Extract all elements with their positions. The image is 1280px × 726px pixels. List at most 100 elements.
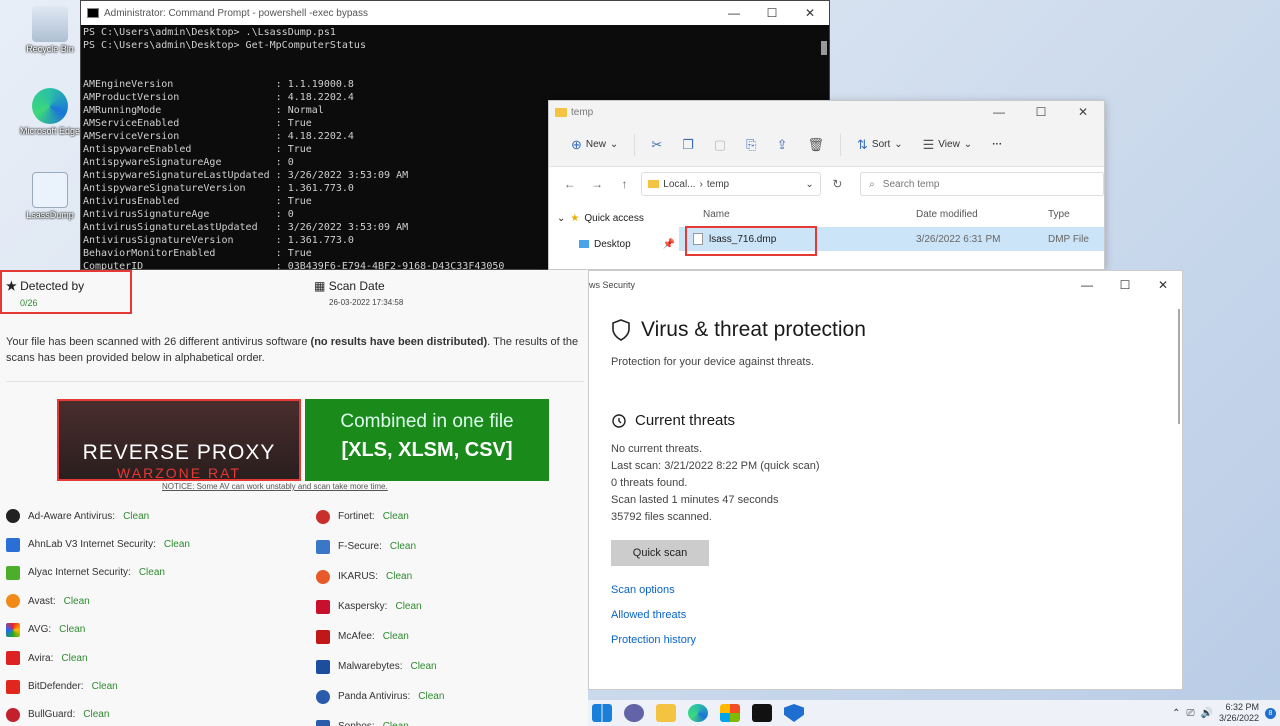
network-icon[interactable]: ⎚ — [1187, 708, 1195, 719]
av-item: IKARUS: Clean — [316, 562, 444, 592]
maximize-button[interactable]: ☐ — [753, 6, 791, 20]
volume-icon[interactable]: 🔊 — [1201, 708, 1213, 719]
windows-security-icon[interactable] — [784, 704, 804, 722]
close-button[interactable]: ✕ — [791, 6, 829, 20]
scan-options-link[interactable]: Scan options — [611, 584, 675, 596]
av-name: BullGuard: — [28, 709, 76, 721]
history-icon — [612, 413, 626, 428]
desc-text: Your file has been scanned with 26 diffe… — [6, 336, 311, 348]
av-item: F-Secure: Clean — [316, 532, 444, 562]
nav-item-desktop[interactable]: Desktop 📌 — [549, 231, 679, 257]
cut-button[interactable]: ✂ — [643, 130, 670, 160]
sophos-logo-icon — [316, 720, 330, 726]
close-button[interactable]: ✕ — [1062, 105, 1104, 119]
av-name: McAfee: — [338, 631, 375, 642]
new-button[interactable]: ⊕ New ⌄ — [563, 130, 626, 160]
file-list-header: Name Date modified Type — [679, 201, 1104, 227]
up-icon[interactable]: ↑ — [614, 177, 635, 191]
rename-button[interactable]: ⎘ — [738, 130, 764, 160]
teams-chat-icon[interactable] — [624, 704, 644, 722]
share-button[interactable]: ⇪ — [769, 130, 796, 160]
cmd-title: Administrator: Command Prompt - powershe… — [104, 7, 368, 19]
ad-banner-reverse-proxy[interactable]: REVERSE PROXY WARZONE RAT — [57, 399, 301, 481]
cmd-scrollbar[interactable] — [821, 41, 827, 55]
column-header-type[interactable]: Type — [1040, 209, 1070, 220]
av-item: Avast: Clean — [6, 587, 190, 615]
windows-security-window[interactable]: ws Security — ☐ ✕ Virus & threat protect… — [588, 270, 1183, 690]
view-button[interactable]: ☰ View ⌄ — [915, 130, 981, 160]
av-item: AVG: Clean — [6, 616, 190, 644]
explorer-toolbar: ⊕ New ⌄ ✂ ❐ ▢ ⎘ ⇪ 🗑 ⇅ Sort ⌄ ☰ View ⌄ ··· — [549, 123, 1104, 167]
page-title: Virus & threat protection — [611, 318, 866, 342]
chevron-down-icon[interactable]: ⌄ — [805, 179, 813, 190]
shield-icon — [612, 319, 630, 341]
security-titlebar[interactable]: ws Security — ☐ ✕ — [589, 271, 1182, 299]
paste-button[interactable]: ▢ — [706, 130, 734, 160]
delete-button[interactable]: 🗑 — [799, 130, 832, 160]
protection-history-link[interactable]: Protection history — [611, 634, 696, 646]
clock[interactable]: 6:32 PM 3/26/2022 — [1219, 702, 1259, 724]
sort-button[interactable]: ⇅ Sort ⌄ — [849, 130, 911, 160]
avira-logo-icon — [6, 651, 20, 666]
minimize-button[interactable]: — — [978, 105, 1020, 119]
explorer-titlebar[interactable]: temp — ☐ ✕ — [549, 101, 1104, 123]
av-name: AVG: — [28, 624, 52, 636]
nav-label: Desktop — [594, 238, 631, 250]
folder-icon — [555, 107, 567, 117]
column-header-name[interactable]: Name — [679, 209, 908, 220]
desc-bold: (no results have been distributed) — [310, 336, 488, 348]
minimize-button[interactable]: — — [1068, 278, 1106, 292]
quick-scan-button[interactable]: Quick scan — [611, 540, 709, 566]
edge-icon[interactable] — [688, 704, 708, 722]
scan-date-value: 26-03-2022 17:34:58 — [329, 298, 404, 307]
address-bar[interactable]: Local... › temp ⌄ — [641, 172, 821, 196]
file-explorer-window[interactable]: temp — ☐ ✕ ⊕ New ⌄ ✂ ❐ ▢ ⎘ ⇪ 🗑 ⇅ Sort ⌄ ☰ Vie… — [548, 100, 1105, 270]
desktop-icon-lsassdump[interactable]: LsassDump — [18, 172, 82, 220]
close-button[interactable]: ✕ — [1144, 278, 1182, 292]
forward-icon[interactable]: → — [586, 177, 607, 191]
av-name: F-Secure: — [338, 541, 382, 552]
notice-link[interactable]: NOTICE: Some AV can work unstably and sc… — [162, 482, 388, 491]
status-line: Last scan: 3/21/2022 8:22 PM (quick scan… — [611, 460, 820, 472]
store-icon[interactable] — [720, 704, 740, 722]
nav-item-quick-access[interactable]: ⌄ ★ Quick access — [549, 205, 679, 231]
maximize-button[interactable]: ☐ — [1020, 105, 1062, 119]
desktop-icon-edge[interactable]: Microsoft Edge — [18, 88, 82, 136]
toolbar-divider — [634, 133, 636, 156]
refresh-icon[interactable]: ↻ — [827, 177, 848, 191]
desktop-icon-recycle-bin[interactable]: Recycle Bin — [18, 6, 82, 54]
column-header-date[interactable]: Date modified — [908, 209, 1040, 220]
breadcrumb-segment[interactable]: Local... — [663, 179, 695, 190]
av-name: Kaspersky: — [338, 601, 388, 612]
heading-text: Current threats — [635, 412, 736, 429]
scrollbar[interactable] — [1178, 309, 1180, 424]
av-name: Avast: — [28, 595, 56, 607]
breadcrumb-segment[interactable]: temp — [707, 179, 729, 190]
copy-button[interactable]: ❐ — [674, 130, 702, 160]
ad-banner-combined-file[interactable]: Combined in one file [XLS, XLSM, CSV] — [305, 399, 549, 481]
powershell-script-icon — [32, 172, 68, 208]
chevron-down-icon: ⌄ — [963, 139, 973, 150]
search-input[interactable]: ⌕ Search temp — [860, 172, 1104, 196]
banner-text: [XLS, XLSM, CSV] — [341, 439, 513, 461]
status-line: 35792 files scanned. — [611, 511, 712, 523]
page-subtitle: Protection for your device against threa… — [611, 356, 814, 368]
av-name: Fortinet: — [338, 511, 375, 522]
notification-badge[interactable]: 8 — [1265, 707, 1276, 719]
more-button[interactable]: ··· — [984, 130, 1010, 160]
scan-date-text: Scan Date — [328, 279, 385, 293]
divider — [6, 381, 584, 382]
cmd-titlebar[interactable]: Administrator: Command Prompt - powershe… — [81, 1, 829, 25]
maximize-button[interactable]: ☐ — [1106, 278, 1144, 292]
terminal-icon[interactable] — [752, 704, 772, 722]
av-name: Sophos: — [338, 712, 375, 726]
trash-icon: 🗑 — [807, 136, 824, 152]
explorer-title: temp — [571, 106, 594, 118]
chevron-up-icon[interactable]: ⌃ — [1172, 708, 1180, 719]
start-icon[interactable] — [592, 704, 612, 722]
file-explorer-icon[interactable] — [656, 704, 676, 722]
minimize-button[interactable]: — — [715, 6, 753, 20]
back-icon[interactable]: ← — [559, 177, 580, 191]
allowed-threats-link[interactable]: Allowed threats — [611, 609, 686, 621]
recycle-bin-icon — [32, 6, 68, 42]
